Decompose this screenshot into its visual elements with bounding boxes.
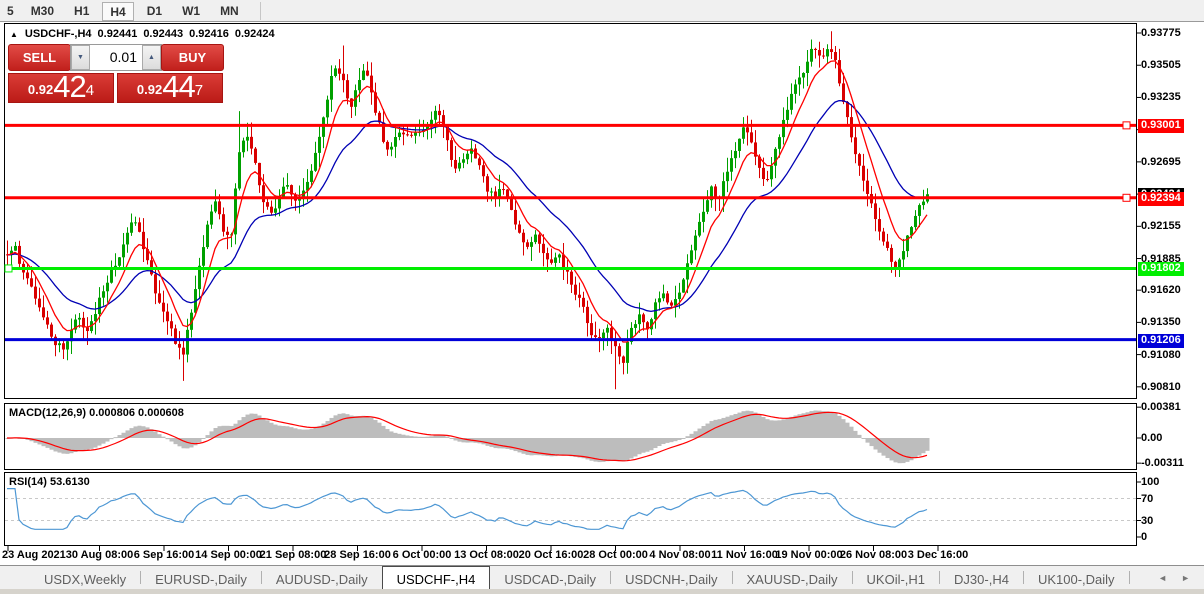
chart-tab-bar: USDX,Weekly EURUSD-,Daily AUDUSD-,Daily USD…	[0, 566, 1204, 589]
price-tick-label: 0.93235	[1141, 91, 1181, 104]
time-axis-label: 14 Sep 00:00	[195, 549, 262, 561]
tab-scroll-right-icon[interactable]: ►	[1181, 573, 1190, 583]
tab-separator	[1128, 571, 1130, 584]
macd-tick-label: -0.00311	[1141, 457, 1184, 470]
buy-price-sup: 7	[194, 82, 204, 99]
volume-decrease-button[interactable]: ▼	[71, 45, 90, 70]
volume-increase-button[interactable]: ▲	[142, 45, 161, 70]
time-axis-label: 28 Oct 00:00	[583, 549, 648, 561]
rsi-tick-label: 100	[1141, 476, 1160, 488]
time-axis-label: 21 Sep 08:00	[259, 549, 327, 561]
ohlc-low: 0.92416	[189, 28, 229, 40]
time-axis-label: 28 Sep 16:00	[324, 549, 391, 561]
price-tick-label: 0.92155	[1141, 220, 1181, 233]
ohlc-high: 0.92443	[143, 28, 184, 40]
time-axis-label: 19 Nov 00:00	[775, 549, 843, 561]
tab-usdcad-daily[interactable]: USDCAD-,Daily	[490, 566, 610, 589]
price-tick-label: 0.93775	[1141, 27, 1181, 39]
rsi-pane[interactable]	[4, 472, 1137, 546]
time-axis-label: 30 Aug 08:00	[65, 549, 134, 561]
sell-price-display[interactable]: 0.92 42 4	[8, 69, 114, 104]
time-axis-label: 3 Dec 16:00	[907, 549, 969, 561]
price-tick-label: 0.91350	[1141, 316, 1181, 329]
timeframe-button-m30[interactable]: M30	[24, 2, 61, 21]
buy-price-big: 44	[162, 69, 195, 104]
price-tick-label: 0.91080	[1141, 348, 1181, 361]
h-line-price-label: 0.91206	[1138, 333, 1184, 348]
timeframe-button-d1[interactable]: D1	[140, 2, 169, 21]
sell-price-sup: 4	[85, 82, 95, 99]
sell-price-prefix: 0.92	[27, 82, 54, 97]
rsi-tick-label: 30	[1141, 514, 1154, 527]
ohlc-open: 0.92441	[97, 28, 138, 40]
macd-tick-label: 0.00381	[1141, 401, 1181, 414]
chart-header: ▲ USDCHF-,H4 0.92441 0.92443 0.92416 0.9…	[10, 28, 275, 40]
sell-price-big: 42	[53, 69, 86, 104]
timeframe-button-5[interactable]: 5	[6, 2, 18, 21]
timeframe-button-w1[interactable]: W1	[175, 2, 207, 21]
rsi-tick-label: 70	[1141, 492, 1154, 505]
tabbar-left-spacer	[0, 566, 30, 589]
volume-stepper: ▼ 0.01 ▲	[70, 44, 162, 71]
toolbar-separator	[259, 1, 261, 20]
tab-ukoil-h1[interactable]: UKOil-,H1	[853, 566, 940, 589]
tab-scroll-left-icon[interactable]: ◄	[1158, 573, 1167, 583]
buy-price-prefix: 0.92	[136, 82, 163, 97]
price-tick-label: 0.90810	[1141, 380, 1181, 393]
trade-panel-collapse-icon[interactable]: ▲	[10, 30, 18, 39]
time-axis-label: 20 Oct 16:00	[518, 549, 584, 561]
price-tick-label: 0.93505	[1141, 59, 1181, 72]
rsi-label: RSI(14) 53.6130	[9, 476, 90, 488]
macd-tick-label: 0.00	[1141, 432, 1163, 444]
chart-symbol-label: USDCHF-,H4	[24, 28, 92, 40]
timeframe-toolbar: 5 M30 H1 H4 D1 W1 MN	[0, 0, 1204, 22]
price-tick-label: 0.92695	[1141, 155, 1181, 168]
tab-eurusd-daily[interactable]: EURUSD-,Daily	[141, 566, 261, 589]
volume-input[interactable]: 0.01	[90, 45, 142, 70]
tab-audusd-daily[interactable]: AUDUSD-,Daily	[262, 566, 382, 589]
ohlc-close: 0.92424	[234, 28, 275, 40]
price-tick-label: 0.91620	[1141, 284, 1181, 297]
tab-uk100-daily[interactable]: UK100-,Daily	[1024, 566, 1129, 589]
status-bar	[0, 589, 1204, 594]
time-axis-label: 13 Oct 08:00	[454, 549, 519, 561]
tab-usdx-weekly[interactable]: USDX,Weekly	[30, 566, 140, 589]
time-axis-label: 23 Aug 2021	[2, 549, 66, 561]
tab-xauusd-daily[interactable]: XAUUSD-,Daily	[733, 566, 852, 589]
tab-dj30-h4[interactable]: DJ30-,H4	[940, 566, 1023, 589]
timeframe-button-mn[interactable]: MN	[213, 2, 246, 21]
time-axis-label: 11 Nov 16:00	[711, 549, 778, 561]
h-line-price-label: 0.92394	[1138, 191, 1184, 206]
time-axis-label: 26 Nov 08:00	[839, 549, 908, 561]
macd-label: MACD(12,26,9) 0.000806 0.000608	[9, 407, 184, 419]
sell-button[interactable]: SELL	[8, 44, 71, 71]
rsi-tick-label: 0	[1141, 531, 1148, 543]
buy-price-display[interactable]: 0.92 44 7	[117, 69, 223, 104]
chart-window-top-border	[0, 21, 1204, 22]
time-axis-label: 6 Sep 16:00	[133, 549, 195, 561]
tab-usdcnh-daily[interactable]: USDCNH-,Daily	[611, 566, 731, 589]
one-click-trade-panel: SELL ▼ 0.01 ▲ BUY 0.92 42 4 0.92 44 7	[8, 44, 226, 103]
time-axis-label: 6 Oct 00:00	[392, 549, 452, 561]
timeframe-button-h1[interactable]: H1	[67, 2, 96, 21]
time-axis-label: 4 Nov 08:00	[649, 549, 711, 561]
h-line-price-label: 0.91802	[1138, 262, 1184, 277]
h-line-price-label: 0.93001	[1138, 119, 1184, 134]
timeframe-button-h4[interactable]: H4	[102, 1, 134, 21]
trading-platform-window: 5 M30 H1 H4 D1 W1 MN ▲ USDCHF-,H4 0.92441 0.92…	[0, 0, 1204, 594]
tab-usdchf-h4[interactable]: USDCHF-,H4	[381, 566, 491, 589]
buy-button[interactable]: BUY	[161, 44, 224, 71]
